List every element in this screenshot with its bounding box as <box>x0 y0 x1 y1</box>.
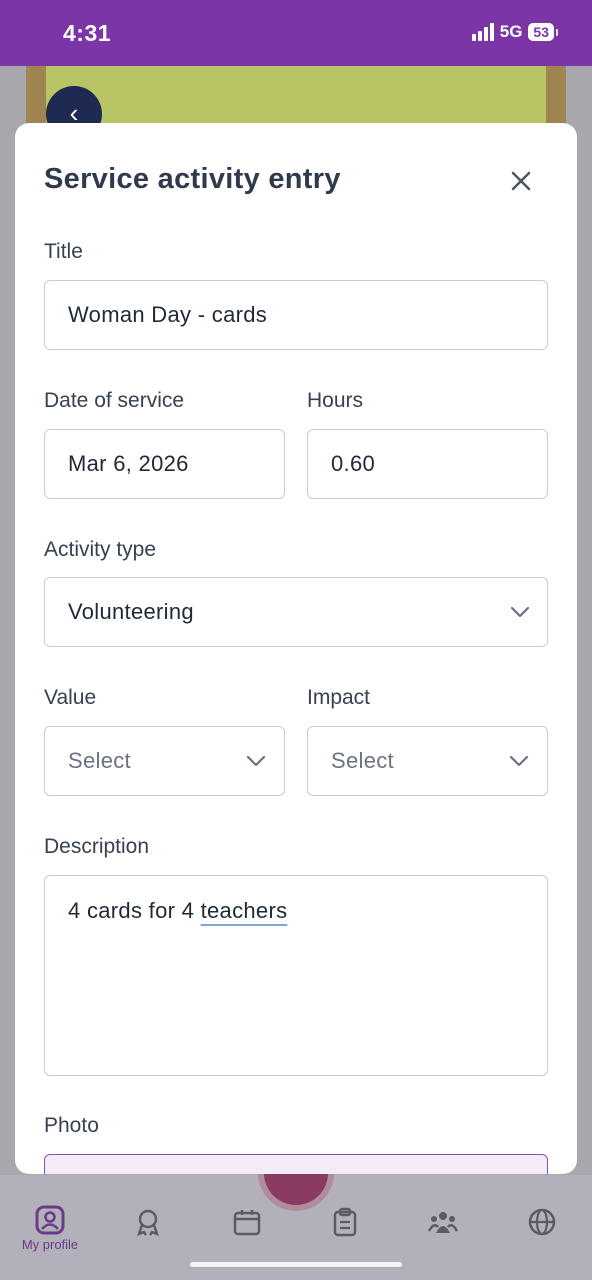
home-indicator <box>190 1262 402 1267</box>
battery-icon: 53 <box>528 23 558 41</box>
impact-placeholder: Select <box>331 748 394 773</box>
award-icon <box>136 1209 160 1237</box>
status-time: 4:31 <box>63 20 112 46</box>
nav-item-tasks[interactable] <box>329 1207 361 1237</box>
activity-type-label: Activity type <box>44 538 157 561</box>
globe-icon <box>528 1208 556 1236</box>
photo-upload-button[interactable] <box>44 1154 548 1174</box>
network-type: 5G <box>499 22 523 41</box>
chevron-down-icon <box>246 755 266 767</box>
signal-icon <box>471 23 494 41</box>
nav-item-explore[interactable] <box>526 1207 558 1237</box>
date-label: Date of service <box>44 389 185 412</box>
photo-label: Photo <box>44 1114 99 1137</box>
title-value: Woman Day - cards <box>68 302 268 327</box>
impact-select[interactable]: Select <box>307 726 548 796</box>
status-bar: 4:31 5G 53 <box>0 0 592 66</box>
people-icon <box>428 1212 458 1233</box>
date-input[interactable]: Mar 6, 2026 <box>44 429 285 499</box>
date-value: Mar 6, 2026 <box>68 451 189 476</box>
nav-item-awards[interactable] <box>132 1207 164 1237</box>
value-label: Value <box>44 686 97 709</box>
close-button[interactable] <box>505 165 537 197</box>
hours-label: Hours <box>307 389 364 412</box>
calendar-icon <box>233 1210 261 1236</box>
close-icon <box>511 171 531 191</box>
profile-icon <box>35 1205 65 1235</box>
value-placeholder: Select <box>68 748 131 773</box>
status-indicators: 5G 53 <box>471 22 558 42</box>
clipboard-icon <box>333 1207 357 1237</box>
nav-item-my-profile[interactable]: My profile <box>14 1205 86 1252</box>
value-select[interactable]: Select <box>44 726 285 796</box>
chevron-down-icon <box>510 606 530 618</box>
nav-item-community[interactable] <box>427 1207 459 1237</box>
nav-item-calendar[interactable] <box>231 1207 263 1237</box>
service-activity-modal: Service activity entry Title Woman Day -… <box>15 123 577 1174</box>
activity-type-select[interactable]: Volunteering <box>44 577 548 647</box>
chevron-down-icon <box>509 755 529 767</box>
spellcheck-word: teachers <box>200 898 288 923</box>
impact-label: Impact <box>307 686 371 709</box>
hours-input[interactable]: 0.60 <box>307 429 548 499</box>
title-label: Title <box>44 240 83 263</box>
description-textarea[interactable]: 4 cards for 4 teachers <box>44 875 548 1076</box>
hours-value: 0.60 <box>331 451 376 476</box>
nav-label-my-profile: My profile <box>21 1237 79 1252</box>
description-text: 4 cards for 4 teachers <box>68 898 288 923</box>
description-label: Description <box>44 835 150 858</box>
activity-type-value: Volunteering <box>68 599 194 624</box>
modal-title: Service activity entry <box>44 163 341 195</box>
title-input[interactable]: Woman Day - cards <box>44 280 548 350</box>
